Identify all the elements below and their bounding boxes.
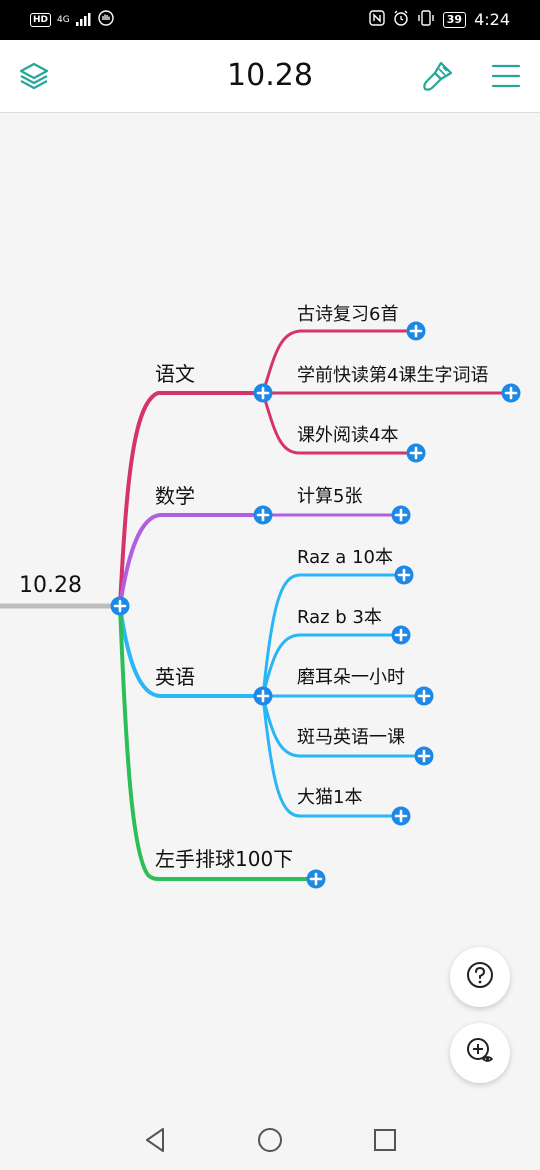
child-label[interactable]: 古诗复习6首 bbox=[297, 304, 398, 326]
child-label[interactable]: 磨耳朵一小时 bbox=[297, 667, 405, 689]
child-label[interactable]: 大猫1本 bbox=[297, 787, 362, 809]
clock: 4:24 bbox=[474, 10, 510, 29]
help-icon bbox=[466, 961, 494, 993]
back-icon[interactable] bbox=[140, 1125, 170, 1155]
child-label[interactable]: 计算5张 bbox=[297, 486, 362, 508]
root-node-label[interactable]: 10.28 bbox=[19, 575, 82, 597]
branch-label-yingyu[interactable]: 英语 bbox=[155, 666, 195, 688]
add-node-button[interactable] bbox=[253, 505, 273, 525]
app-bar: 10.28 bbox=[0, 40, 540, 113]
vibrate-icon bbox=[417, 10, 435, 30]
plus-icon bbox=[391, 625, 411, 645]
add-node-button[interactable] bbox=[110, 596, 130, 616]
network-type: 4G bbox=[57, 15, 70, 25]
alarm-icon bbox=[393, 10, 409, 30]
plus-icon bbox=[414, 746, 434, 766]
plus-icon bbox=[414, 686, 434, 706]
plus-icon bbox=[391, 505, 411, 525]
add-node-button[interactable] bbox=[406, 443, 426, 463]
add-node-button[interactable] bbox=[253, 383, 273, 403]
add-node-button[interactable] bbox=[414, 686, 434, 706]
plus-icon bbox=[394, 565, 414, 585]
add-node-button[interactable] bbox=[391, 625, 411, 645]
recents-icon[interactable] bbox=[370, 1125, 400, 1155]
plus-icon bbox=[501, 383, 521, 403]
plus-icon bbox=[406, 443, 426, 463]
help-button[interactable] bbox=[450, 947, 510, 1007]
hd-badge: HD bbox=[30, 13, 52, 27]
add-node-button[interactable] bbox=[391, 806, 411, 826]
signal-icon bbox=[75, 11, 92, 30]
zoom-view-button[interactable] bbox=[450, 1023, 510, 1083]
nfc-icon bbox=[369, 10, 385, 30]
menu-icon[interactable] bbox=[484, 54, 528, 98]
plus-icon bbox=[391, 806, 411, 826]
plus-icon bbox=[253, 505, 273, 525]
home-icon[interactable] bbox=[255, 1125, 285, 1155]
add-node-button[interactable] bbox=[253, 686, 273, 706]
plus-icon bbox=[253, 686, 273, 706]
plus-icon bbox=[406, 321, 426, 341]
add-node-button[interactable] bbox=[501, 383, 521, 403]
add-node-button[interactable] bbox=[414, 746, 434, 766]
child-label[interactable]: 课外阅读4本 bbox=[297, 425, 398, 447]
branch-curve-shuxue bbox=[118, 513, 263, 607]
child-label[interactable]: 学前快读第4课生字词语 bbox=[297, 365, 488, 387]
add-node-button[interactable] bbox=[394, 565, 414, 585]
plus-icon bbox=[306, 869, 326, 889]
system-nav-bar bbox=[0, 1111, 540, 1170]
add-node-button[interactable] bbox=[406, 321, 426, 341]
child-label[interactable]: Raz a 10本 bbox=[297, 547, 393, 569]
hand-notification-icon bbox=[98, 10, 114, 30]
child-label[interactable]: 斑马英语一课 bbox=[297, 727, 405, 749]
status-bar: HD 4G 39 4:24 bbox=[0, 0, 540, 40]
battery-icon: 39 bbox=[442, 12, 467, 28]
add-node-button[interactable] bbox=[306, 869, 326, 889]
branch-label-shuxue[interactable]: 数学 bbox=[155, 485, 195, 507]
mindmap-canvas[interactable]: 10.28 语文 古诗复习6首 学前快读第4课生字词语 课外阅读4本 数学 计算… bbox=[0, 113, 540, 1111]
add-node-button[interactable] bbox=[391, 505, 411, 525]
brush-icon[interactable] bbox=[416, 54, 460, 98]
child-label[interactable]: Raz b 3本 bbox=[297, 607, 382, 629]
branch-label-paiqiu[interactable]: 左手排球100下 bbox=[155, 848, 293, 870]
zoom-view-icon bbox=[465, 1036, 495, 1070]
branch-label-yuwen[interactable]: 语文 bbox=[155, 363, 195, 385]
plus-icon bbox=[253, 383, 273, 403]
branch-curve-paiqiu bbox=[118, 605, 316, 881]
plus-icon bbox=[110, 596, 130, 616]
